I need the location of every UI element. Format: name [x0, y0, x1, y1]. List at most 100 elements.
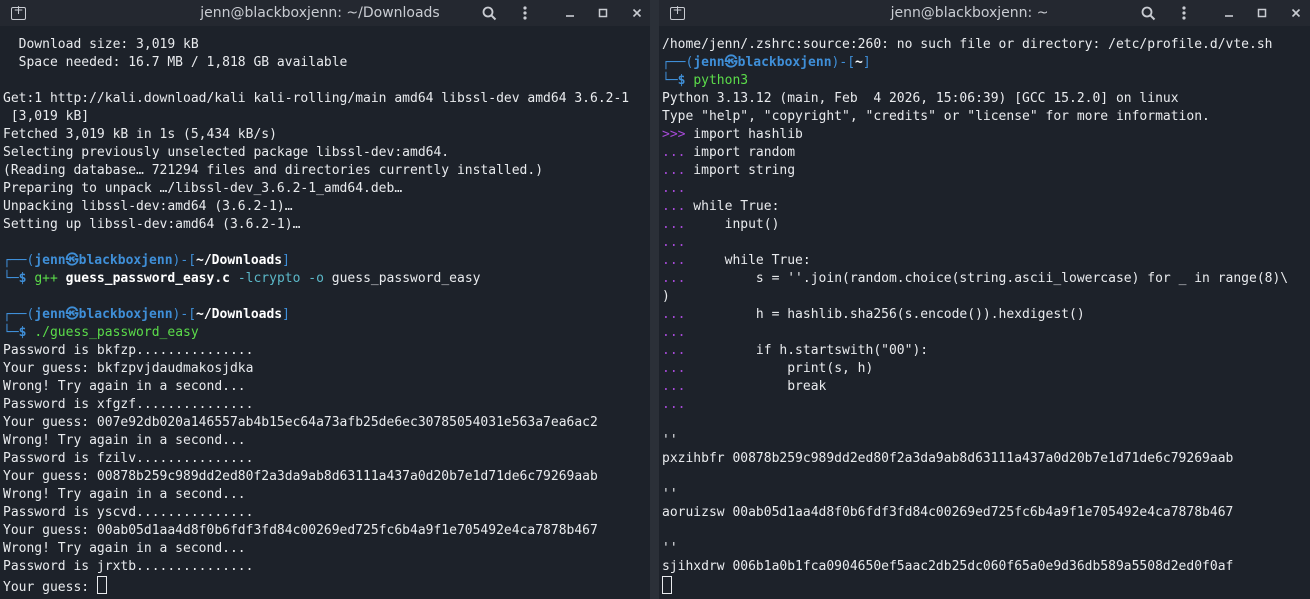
text-cursor[interactable] [96, 576, 107, 594]
prompt-user: jenn㉿blackboxjenn [34, 253, 173, 268]
repl-line: sjihxdrw 006b1a0b1fca0904650ef5aac2db25d… [662, 558, 1310, 576]
repl-line: ... while True: [662, 198, 1310, 216]
repl-line: ... h = hashlib.sha256(s.encode()).hexdi… [662, 306, 1310, 324]
output-line: Your guess: 00ab05d1aa4d8f0b6fdf3fd84c00… [3, 523, 598, 538]
repl-text: sjihxdrw 006b1a0b1fca0904650ef5aac2db25d… [662, 559, 1234, 574]
terminal-content[interactable]: Download size: 3,019 kB Space needed: 16… [3, 36, 650, 599]
output-line: Download size: 3,019 kB [3, 37, 199, 52]
repl-prompt: ... [662, 181, 686, 196]
repl-prompt: ... [662, 163, 686, 178]
prompt-line: ┌──(jenn㉿blackboxjenn)-[~/Downloads] [3, 307, 290, 322]
prompt-line: ┌──(jenn㉿blackboxjenn)-[~/Downloads] [3, 253, 290, 268]
title-bar[interactable]: jenn@blackboxjenn: ~ [659, 0, 1310, 26]
repl-text: input() [685, 217, 780, 232]
search-icon[interactable] [479, 3, 499, 23]
output-line: Fetched 3,019 kB in 1s (5,434 kB/s) [3, 127, 277, 142]
repl-prompt: ... [662, 199, 686, 214]
repl-text: while True: [685, 253, 811, 268]
repl-line: '' [662, 540, 1310, 558]
python-banner: Type "help", "copyright", "credits" or "… [662, 109, 1210, 124]
search-icon[interactable] [1138, 3, 1158, 23]
repl-prompt: ... [662, 379, 686, 394]
terminal-content[interactable]: /home/jenn/.zshrc:source:260: no such fi… [662, 36, 1310, 599]
command-line: └─$ ./guess_password_easy [3, 325, 199, 340]
input-prompt: Your guess: [3, 580, 97, 595]
repl-text: if h.startswith("00"): [685, 343, 929, 358]
input-line[interactable]: Your guess: [3, 576, 650, 595]
repl-line: ... break [662, 378, 1310, 396]
close-icon[interactable] [1286, 3, 1306, 23]
error-line: /home/jenn/.zshrc:source:260: no such fi… [662, 37, 1273, 52]
command-name: g++ [34, 271, 58, 286]
repl-text: import random [685, 145, 796, 160]
text-cursor[interactable] [662, 576, 672, 594]
menu-icon[interactable] [515, 3, 535, 23]
repl-line: '' [662, 486, 1310, 504]
python-banner: Python 3.13.12 (main, Feb 4 2026, 15:06:… [662, 91, 1179, 106]
repl-text: break [685, 379, 827, 394]
title-bar[interactable]: jenn@blackboxjenn: ~/Downloads [0, 0, 650, 26]
repl-line [662, 468, 1310, 486]
repl-prompt: >>> [662, 127, 686, 142]
terminal-window-home[interactable]: jenn@blackboxjenn: ~ /home/jenn/.zshrc:s… [659, 0, 1310, 599]
repl-line: ... print(s, h) [662, 360, 1310, 378]
repl-line: ... [662, 324, 1310, 342]
window-title: jenn@blackboxjenn: ~/Downloads [200, 5, 440, 21]
output-line: Your guess: bkfzpvjdaudmakosjdka [3, 361, 254, 376]
output-line: Setting up libssl-dev:amd64 (3.6.2-1)… [3, 217, 301, 232]
repl-text: h = hashlib.sha256(s.encode()).hexdigest… [685, 307, 1085, 322]
repl-prompt: ... [662, 145, 686, 160]
prompt-line: ┌──(jenn㉿blackboxjenn)-[~] [662, 55, 871, 70]
repl-line: >>> import hashlib [662, 126, 1310, 144]
repl-line: aoruizsw 00ab05d1aa4d8f0b6fdf3fd84c00269… [662, 504, 1310, 522]
command-arg: guess_password_easy [331, 271, 481, 286]
prompt-dir: ~/Downloads [196, 253, 283, 268]
repl-line: ... [662, 180, 1310, 198]
repl-text: '' [662, 433, 678, 448]
maximize-icon[interactable] [593, 3, 613, 23]
repl-line: ... [662, 234, 1310, 252]
output-line: Wrong! Try again in a second... [3, 379, 246, 394]
repl-prompt: ... [662, 271, 686, 286]
output-line: Get:1 http://kali.download/kali kali-rol… [3, 91, 630, 106]
repl-text: '' [662, 487, 678, 502]
repl-text: '' [662, 541, 678, 556]
repl-prompt: ... [662, 217, 686, 232]
output-line: Wrong! Try again in a second... [3, 541, 246, 556]
repl-prompt: ... [662, 325, 686, 340]
output-line: Wrong! Try again in a second... [3, 433, 246, 448]
repl-line: '' [662, 432, 1310, 450]
repl-text: import string [685, 163, 796, 178]
output-line: Password is jrxtb............... [3, 559, 254, 574]
output-line: Your guess: 007e92db020a146557ab4b15ec64… [3, 415, 598, 430]
output-line: Password is xfgzf............... [3, 397, 254, 412]
output-line: Space needed: 16.7 MB / 1,818 GB availab… [3, 55, 348, 70]
window-title: jenn@blackboxjenn: ~ [890, 5, 1049, 21]
input-line[interactable] [662, 576, 1310, 594]
repl-line: ... [662, 396, 1310, 414]
close-icon[interactable] [627, 3, 647, 23]
repl-text: ) [662, 289, 670, 304]
repl-prompt: ... [662, 253, 686, 268]
repl-text: aoruizsw 00ab05d1aa4d8f0b6fdf3fd84c00269… [662, 505, 1234, 520]
repl-line: ... if h.startswith("00"): [662, 342, 1310, 360]
repl-line: pxzihbfr 00878b259c989dd2ed80f2a3da9ab8d… [662, 450, 1310, 468]
output-line: Preparing to unpack …/libssl-dev_3.6.2-1… [3, 181, 403, 196]
prompt-dir: ~ [855, 55, 863, 70]
repl-prompt: ... [662, 397, 686, 412]
prompt-user: jenn㉿blackboxjenn [34, 307, 173, 322]
minimize-icon[interactable] [1219, 3, 1239, 23]
command-line: └─$ g++ guess_password_easy.c -lcrypto -… [3, 271, 481, 286]
minimize-icon[interactable] [560, 3, 580, 23]
repl-line: ... import random [662, 144, 1310, 162]
output-line: Password is fzilv............... [3, 451, 254, 466]
maximize-icon[interactable] [1252, 3, 1272, 23]
repl-prompt: ... [662, 343, 686, 358]
repl-line [662, 414, 1310, 432]
repl-line: ... import string [662, 162, 1310, 180]
prompt-user: jenn㉿blackboxjenn [693, 55, 832, 70]
terminal-window-downloads[interactable]: jenn@blackboxjenn: ~/Downloads Download … [0, 0, 650, 599]
menu-icon[interactable] [1174, 3, 1194, 23]
output-line: [3,019 kB] [3, 109, 90, 124]
repl-line: ) [662, 288, 1310, 306]
